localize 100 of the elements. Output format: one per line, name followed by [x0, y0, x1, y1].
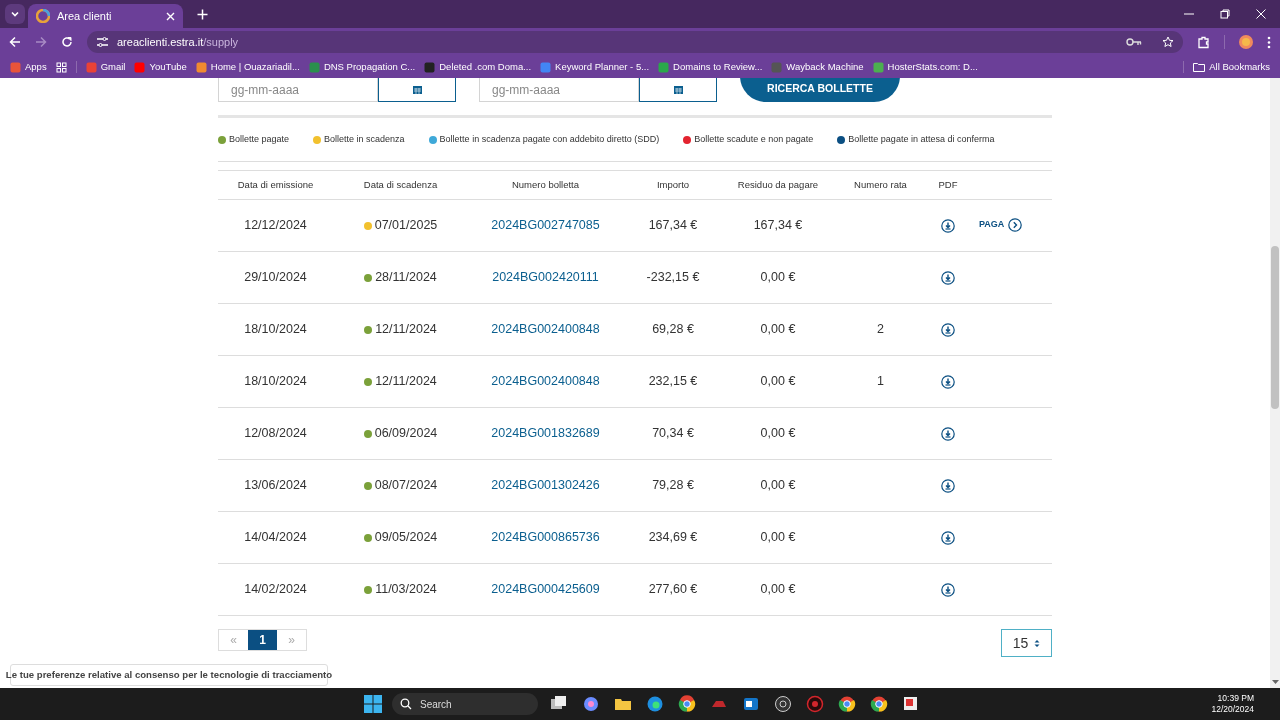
download-icon[interactable]: [941, 582, 955, 597]
round-browser-icon[interactable]: [678, 695, 696, 713]
calendar-icon: [412, 85, 422, 94]
table-cell-text: 12/11/2024: [375, 373, 437, 391]
round-browser-icon[interactable]: [838, 695, 856, 713]
table-cell-text: 13/06/2024: [243, 477, 308, 495]
column-header: PDF: [937, 177, 959, 192]
close-icon[interactable]: [1256, 9, 1266, 19]
key-icon[interactable]: [1126, 37, 1142, 47]
table-cell-text: 11/03/2024: [375, 581, 437, 599]
table-cell-text: 14/02/2024: [243, 581, 308, 599]
download-icon[interactable]: [941, 374, 955, 389]
table-cell-text: 07/01/2025: [374, 217, 438, 235]
bookmark-item[interactable]: Keyword Planner - 5...: [540, 59, 650, 75]
bookmark-item[interactable]: Apps: [10, 59, 47, 75]
new-tab-icon[interactable]: [197, 9, 208, 20]
date-input-field[interactable]: gg-mm-aaaa: [479, 78, 639, 102]
address-bar[interactable]: areaclienti.estra.it/supply: [87, 31, 1183, 53]
favicon-icon: [10, 61, 21, 73]
table-cell-text: 08/07/2024: [374, 477, 438, 495]
legend-label: Bollette in scadenza pagate con addebito diretto (SDD): [439, 132, 660, 146]
round-browser-icon[interactable]: [870, 695, 888, 713]
favicon-icon: [872, 61, 884, 73]
calendar-icon: [673, 85, 683, 94]
bookmark-item[interactable]: Deleted .com Doma...: [424, 59, 532, 75]
download-icon[interactable]: [941, 218, 955, 233]
chevron-right-icon: [1008, 217, 1023, 232]
bill-number-link[interactable]: 2024BG000865736: [491, 528, 600, 547]
bookmark-item[interactable]: Wayback Machine: [771, 59, 864, 75]
browser-tab[interactable]: Area clienti: [28, 4, 183, 28]
pay-link[interactable]: PAGA: [979, 217, 1023, 232]
reload-icon[interactable]: [61, 36, 73, 48]
table-cell-text: 06/09/2024: [374, 425, 438, 443]
favicon-icon: [308, 61, 320, 73]
calendar-button[interactable]: [639, 78, 717, 102]
legend-label: Bollette scadute e non pagate: [694, 132, 814, 146]
bill-number-link[interactable]: 2024BG002420111: [492, 268, 599, 287]
extensions-icon[interactable]: [1197, 35, 1210, 49]
scroll-down-icon[interactable]: [1271, 680, 1279, 685]
download-icon[interactable]: [941, 478, 955, 493]
clock-date: 12/20/2024: [1211, 704, 1254, 715]
download-icon[interactable]: [941, 322, 955, 337]
tab-list-button[interactable]: [5, 4, 25, 24]
legend-label: Bollette pagate in attesa di conferma: [848, 132, 995, 146]
chevron-down-icon: [10, 9, 20, 19]
site-info-icon[interactable]: [96, 36, 109, 48]
table-cell-text: 70,34 €: [651, 425, 695, 443]
column-header: Numero bolletta: [510, 177, 581, 192]
url-text: areaclienti.estra.it/supply: [117, 34, 240, 50]
site-favicon-icon: [36, 9, 50, 23]
legend-label: Bollette pagate: [229, 132, 290, 146]
bill-number-link[interactable]: 2024BG001302426: [491, 476, 600, 495]
bill-number-link[interactable]: 2024BG002400848: [491, 320, 600, 339]
page-size-select[interactable]: 15: [1001, 629, 1052, 657]
date-input-field[interactable]: gg-mm-aaaa: [218, 78, 378, 102]
favicon-icon: [771, 61, 783, 73]
download-icon[interactable]: [941, 530, 955, 545]
table-cell-text: -232,15 €: [645, 269, 701, 287]
bookmark-item[interactable]: YouTube: [134, 59, 187, 75]
bill-number-link[interactable]: 2024BG001832689: [491, 424, 600, 443]
table-cell-text: 1: [877, 373, 884, 391]
column-header: Data di emissione: [236, 177, 315, 192]
bookmark-item[interactable]: HosterStats.com: D...: [872, 59, 978, 75]
page-button[interactable]: 1: [248, 630, 277, 650]
download-icon[interactable]: [941, 426, 955, 441]
bookmark-item[interactable]: Gmail: [85, 59, 126, 75]
favicon-icon: [658, 61, 670, 73]
restore-icon[interactable]: [1220, 9, 1230, 19]
download-icon[interactable]: [941, 270, 955, 285]
scrollbar-track[interactable]: [1270, 78, 1280, 688]
close-icon[interactable]: [166, 11, 175, 21]
table-cell-text: 18/10/2024: [243, 321, 308, 339]
bookmark-item[interactable]: Domains to Review...: [658, 59, 763, 75]
grid-icon[interactable]: [55, 61, 67, 73]
bookmark-star-icon[interactable]: [1162, 36, 1174, 48]
legend-label: Bollette in scadenza: [324, 132, 405, 146]
search-button[interactable]: RICERCA BOLLETTE: [740, 78, 900, 102]
bill-number-link[interactable]: 2024BG002747085: [491, 216, 600, 235]
all-bookmarks-button[interactable]: All Bookmarks: [1193, 59, 1270, 75]
table-cell-text: 09/05/2024: [374, 529, 438, 547]
taskbar-search-field[interactable]: Search: [392, 693, 538, 715]
table-cell-text: 14/04/2024: [243, 529, 308, 547]
table-cell-text: 0,00 €: [759, 269, 797, 287]
start-icon[interactable]: [364, 695, 382, 713]
scrollbar-thumb[interactable]: [1271, 246, 1279, 409]
menu-icon[interactable]: [1267, 35, 1271, 49]
table-cell-text: 79,28 €: [651, 477, 695, 495]
table-cell-text: 277,60 €: [647, 581, 699, 599]
back-icon[interactable]: [9, 36, 21, 48]
table-cell-text: 0,00 €: [759, 425, 797, 443]
bill-number-link[interactable]: 2024BG002400848: [491, 372, 600, 391]
table-cell-text: 232,15 €: [647, 373, 699, 391]
calendar-button[interactable]: [378, 78, 456, 102]
table-cell-text: 18/10/2024: [243, 373, 308, 391]
bookmark-item[interactable]: DNS Propagation C...: [308, 59, 416, 75]
bill-number-link[interactable]: 2024BG000425609: [491, 580, 600, 599]
favicon-icon: [85, 61, 97, 73]
clock-time: 10:39 PM: [1217, 693, 1254, 704]
profile-avatar-icon[interactable]: [1239, 35, 1253, 49]
bookmark-item[interactable]: Home | Ouazariadil...: [195, 59, 300, 75]
